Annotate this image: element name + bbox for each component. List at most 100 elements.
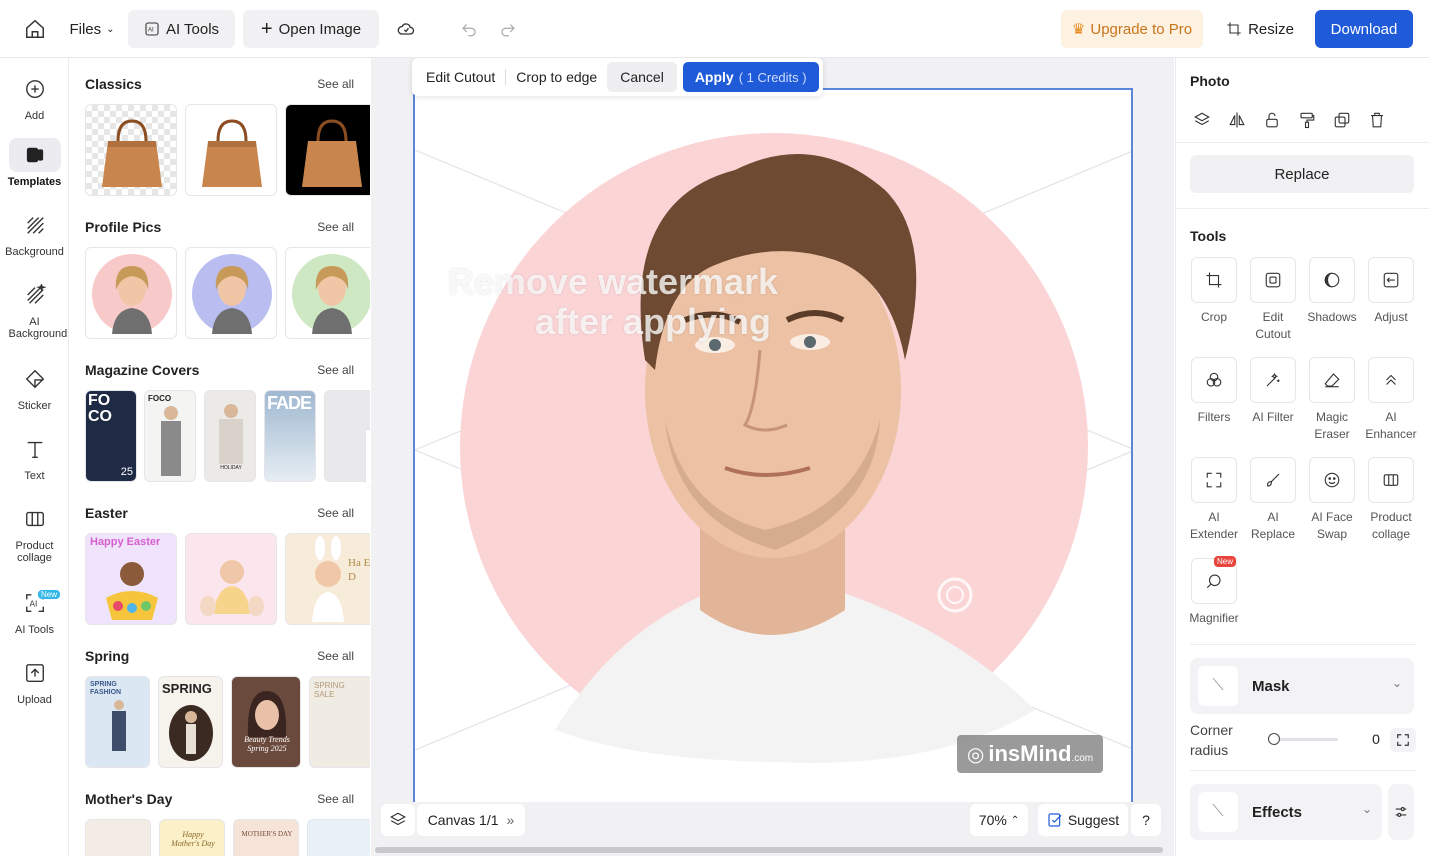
see-all-magazine-covers[interactable]: See all bbox=[317, 363, 354, 377]
see-all-mothers-day[interactable]: See all bbox=[317, 792, 354, 806]
tool-adjust[interactable]: Adjust bbox=[1363, 257, 1419, 326]
rail-item-text[interactable]: Text bbox=[0, 432, 69, 482]
template-thumb[interactable]: FADE bbox=[264, 390, 316, 482]
zoom-select[interactable]: 70% ⌃ bbox=[970, 804, 1028, 836]
flip-button[interactable] bbox=[1225, 108, 1249, 132]
rail-item-templates[interactable]: Templates bbox=[0, 138, 69, 188]
canvas-pages-button[interactable]: Canvas 1/1 » bbox=[417, 804, 525, 836]
template-thumb[interactable] bbox=[185, 533, 277, 625]
tool-magnifier[interactable]: New Magnifier bbox=[1186, 556, 1242, 627]
format-painter-button[interactable] bbox=[1295, 108, 1319, 132]
easter-baby-image bbox=[200, 560, 264, 616]
effects-dropdown[interactable]: ⟍ Effects ⌄ bbox=[1190, 784, 1382, 840]
horizontal-scrollbar[interactable] bbox=[375, 847, 1163, 853]
section-title-classics: Classics bbox=[85, 76, 142, 92]
home-button[interactable] bbox=[18, 10, 52, 48]
layer-order-button[interactable] bbox=[1190, 108, 1214, 132]
replace-button[interactable]: Replace bbox=[1190, 155, 1414, 193]
edit-cutout-button[interactable]: Edit Cutout bbox=[416, 62, 505, 92]
resize-button[interactable]: Resize bbox=[1218, 10, 1302, 48]
layers-button[interactable] bbox=[381, 804, 415, 836]
template-thumb[interactable]: FO CO 25 bbox=[85, 390, 137, 482]
template-thumb[interactable] bbox=[185, 247, 277, 339]
lock-button[interactable] bbox=[1260, 108, 1284, 132]
template-thumb[interactable]: MOTHER'S DAY bbox=[233, 819, 299, 856]
template-thumb[interactable]: SPRING FASHION bbox=[85, 676, 150, 768]
tool-edit-cutout[interactable]: Edit Cutout bbox=[1245, 257, 1301, 343]
tools-title: Tools bbox=[1190, 228, 1227, 244]
tool-ai-enhancer[interactable]: AI Enhancer bbox=[1363, 357, 1419, 443]
cancel-button[interactable]: Cancel bbox=[607, 62, 677, 92]
tool-ai-filter[interactable]: AI Filter bbox=[1245, 357, 1301, 426]
template-thumb[interactable] bbox=[285, 104, 370, 196]
upgrade-button[interactable]: ♛ Upgrade to Pro bbox=[1061, 10, 1203, 48]
files-menu[interactable]: Files ⌄ bbox=[62, 10, 122, 48]
template-thumb[interactable]: Happy Mother's Day bbox=[159, 819, 225, 856]
template-thumb[interactable] bbox=[85, 819, 151, 856]
tool-product-collage[interactable]: Product collage bbox=[1363, 457, 1419, 543]
see-all-easter[interactable]: See all bbox=[317, 506, 354, 520]
corner-radius-value[interactable]: 0 bbox=[1366, 731, 1386, 747]
template-thumb[interactable] bbox=[285, 247, 370, 339]
apply-button[interactable]: Apply ( 1 Credits ) bbox=[682, 62, 819, 92]
rail-item-add[interactable]: Add bbox=[0, 72, 69, 122]
ai-tools-button[interactable]: AI AI Tools bbox=[128, 10, 235, 48]
panel-divider bbox=[1176, 142, 1429, 143]
duplicate-button[interactable] bbox=[1330, 108, 1354, 132]
download-button[interactable]: Download bbox=[1315, 10, 1413, 48]
tool-ai-extender[interactable]: AI Extender bbox=[1186, 457, 1242, 543]
mask-dropdown[interactable]: ⟍ Mask ⌄ bbox=[1190, 658, 1414, 714]
suggest-button[interactable]: Suggest bbox=[1038, 804, 1128, 836]
redo-button[interactable] bbox=[494, 10, 522, 48]
template-thumb[interactable] bbox=[185, 104, 277, 196]
handbag-image bbox=[202, 119, 262, 187]
tool-magic-eraser[interactable]: Magic Eraser bbox=[1304, 357, 1360, 443]
portrait-photo[interactable] bbox=[415, 90, 1133, 808]
tool-ai-replace[interactable]: AI Replace bbox=[1245, 457, 1301, 543]
see-all-profile-pics[interactable]: See all bbox=[317, 220, 354, 234]
new-badge: New bbox=[1213, 556, 1236, 567]
template-thumb[interactable]: SPRING SALE bbox=[309, 676, 370, 768]
rail-item-sticker[interactable]: Sticker bbox=[0, 362, 69, 412]
magnifier-icon bbox=[1206, 574, 1221, 589]
rail-item-background[interactable]: Background bbox=[0, 208, 69, 258]
tool-shadows[interactable]: Shadows bbox=[1304, 257, 1360, 326]
undo-button[interactable] bbox=[455, 10, 483, 48]
template-thumb[interactable]: Happy Easter bbox=[85, 533, 177, 625]
resize-icon bbox=[1227, 22, 1241, 36]
rail-item-product-collage[interactable]: Product collage bbox=[0, 502, 69, 564]
template-thumb[interactable]: Beauty Trends Spring 2025 bbox=[231, 676, 301, 768]
template-thumb[interactable] bbox=[324, 390, 370, 482]
template-thumb[interactable]: HOLIDAY bbox=[204, 390, 256, 482]
profile-portrait-image bbox=[292, 254, 370, 334]
template-thumb[interactable]: Ha Ea D bbox=[285, 533, 370, 625]
expand-corners-button[interactable] bbox=[1390, 728, 1416, 752]
template-thumb[interactable]: FOCO bbox=[144, 390, 196, 482]
artboard[interactable]: Remove watermark after applying ◎ insMin… bbox=[413, 88, 1133, 808]
template-thumb[interactable] bbox=[85, 247, 177, 339]
template-thumb[interactable] bbox=[307, 819, 370, 856]
cloud-save-button[interactable] bbox=[390, 10, 422, 48]
corner-radius-slider[interactable] bbox=[1268, 733, 1338, 745]
section-title-easter: Easter bbox=[85, 505, 128, 521]
tool-crop[interactable]: Crop bbox=[1186, 257, 1242, 326]
template-thumb[interactable]: SPRING bbox=[158, 676, 223, 768]
see-all-spring[interactable]: See all bbox=[317, 649, 354, 663]
tool-filters[interactable]: Filters bbox=[1186, 357, 1242, 426]
template-thumb[interactable] bbox=[85, 104, 177, 196]
trash-icon bbox=[1371, 112, 1383, 128]
layers-icon bbox=[1194, 112, 1210, 126]
delete-button[interactable] bbox=[1365, 108, 1389, 132]
slider-handle[interactable] bbox=[1268, 733, 1280, 745]
effects-settings-button[interactable] bbox=[1388, 784, 1414, 840]
open-image-button[interactable]: + Open Image bbox=[243, 10, 379, 48]
help-button[interactable]: ? bbox=[1131, 804, 1161, 836]
tool-ai-face-swap[interactable]: AI Face Swap bbox=[1304, 457, 1360, 543]
see-all-classics[interactable]: See all bbox=[317, 77, 354, 91]
redo-icon bbox=[501, 24, 515, 37]
crop-to-edge-button[interactable]: Crop to edge bbox=[506, 62, 607, 92]
rail-item-ai-background[interactable]: AI Background bbox=[0, 278, 69, 340]
magic-wand-icon bbox=[1266, 372, 1280, 387]
rail-item-ai-tools[interactable]: AI New AI Tools bbox=[0, 586, 69, 636]
rail-item-upload[interactable]: Upload bbox=[0, 656, 69, 706]
